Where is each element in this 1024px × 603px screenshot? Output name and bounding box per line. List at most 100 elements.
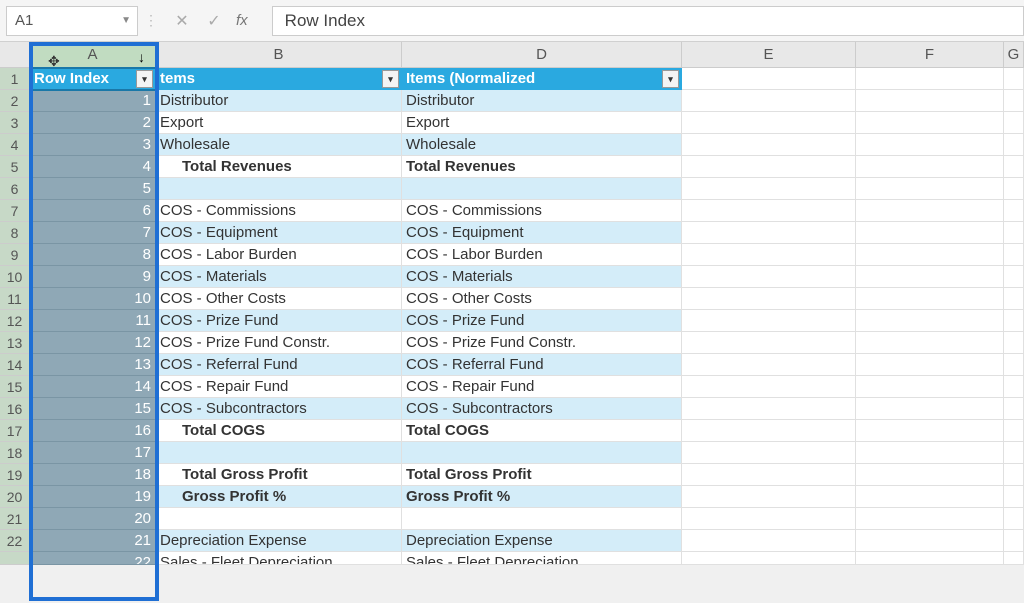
cell-A[interactable]: Row Index▾ xyxy=(30,68,156,90)
cell-F[interactable] xyxy=(856,376,1004,398)
cell-F[interactable] xyxy=(856,178,1004,200)
cell-A[interactable]: 14 xyxy=(30,376,156,398)
cell-B[interactable] xyxy=(156,442,402,464)
cell-B[interactable]: COS - Equipment xyxy=(156,222,402,244)
cell-E[interactable] xyxy=(682,90,856,112)
cell-F[interactable] xyxy=(856,420,1004,442)
row-header[interactable]: 15 xyxy=(0,376,30,398)
cell-D[interactable]: COS - Referral Fund xyxy=(402,354,682,376)
cell-A[interactable]: 20 xyxy=(30,508,156,530)
cell-B[interactable]: Wholesale xyxy=(156,134,402,156)
cell-B[interactable]: Total COGS xyxy=(156,420,402,442)
column-header-F[interactable]: F xyxy=(856,42,1004,68)
cell-D[interactable]: COS - Labor Burden xyxy=(402,244,682,266)
column-header-D[interactable]: D xyxy=(402,42,682,68)
column-header-G[interactable]: G xyxy=(1004,42,1024,68)
cell-A[interactable]: 3 xyxy=(30,134,156,156)
filter-dropdown-icon[interactable]: ▾ xyxy=(662,70,679,88)
cancel-icon[interactable]: ✕ xyxy=(172,11,192,31)
row-header[interactable]: 1 xyxy=(0,68,30,90)
name-box-dropdown-icon[interactable]: ▼ xyxy=(121,15,131,26)
cell-D[interactable]: Wholesale xyxy=(402,134,682,156)
cell-D[interactable]: COS - Prize Fund xyxy=(402,310,682,332)
cell-G[interactable] xyxy=(1004,90,1024,112)
cell-F[interactable] xyxy=(856,200,1004,222)
column-header-A[interactable]: A✥↓ xyxy=(30,42,156,68)
cell-B[interactable]: COS - Prize Fund Constr. xyxy=(156,332,402,354)
cell-B[interactable]: COS - Referral Fund xyxy=(156,354,402,376)
cell-D[interactable]: Total COGS xyxy=(402,420,682,442)
cell-E[interactable] xyxy=(682,310,856,332)
cell-E[interactable] xyxy=(682,398,856,420)
cell-D[interactable]: COS - Materials xyxy=(402,266,682,288)
cell-G[interactable] xyxy=(1004,134,1024,156)
cell-G[interactable] xyxy=(1004,244,1024,266)
cell-G[interactable] xyxy=(1004,530,1024,552)
cell-A[interactable]: 15 xyxy=(30,398,156,420)
cell-F[interactable] xyxy=(856,530,1004,552)
cell-A[interactable]: 5 xyxy=(30,178,156,200)
cell-A[interactable]: 11 xyxy=(30,310,156,332)
cell-G[interactable] xyxy=(1004,156,1024,178)
cell-A[interactable]: 4 xyxy=(30,156,156,178)
cell-F[interactable] xyxy=(856,486,1004,508)
cell-D[interactable]: COS - Repair Fund xyxy=(402,376,682,398)
cell-A[interactable]: 9 xyxy=(30,266,156,288)
cell-A[interactable]: 13 xyxy=(30,354,156,376)
cell-E[interactable] xyxy=(682,112,856,134)
select-all-corner[interactable] xyxy=(0,42,30,68)
cell-G[interactable] xyxy=(1004,552,1024,565)
cell-B[interactable]: tems▾ xyxy=(156,68,402,90)
cell-B[interactable] xyxy=(156,178,402,200)
cell-E[interactable] xyxy=(682,552,856,565)
cell-F[interactable] xyxy=(856,464,1004,486)
cell-E[interactable] xyxy=(682,178,856,200)
cell-E[interactable] xyxy=(682,244,856,266)
cell-E[interactable] xyxy=(682,332,856,354)
cell-D[interactable]: Gross Profit % xyxy=(402,486,682,508)
cell-B[interactable]: Total Gross Profit xyxy=(156,464,402,486)
cell-D[interactable]: Export xyxy=(402,112,682,134)
cell-A[interactable]: 2 xyxy=(30,112,156,134)
cell-B[interactable]: Distributor xyxy=(156,90,402,112)
cell-D[interactable]: COS - Commissions xyxy=(402,200,682,222)
cell-B[interactable]: Gross Profit % xyxy=(156,486,402,508)
cell-G[interactable] xyxy=(1004,68,1024,90)
row-header[interactable]: 14 xyxy=(0,354,30,376)
cell-F[interactable] xyxy=(856,156,1004,178)
cell-B[interactable]: COS - Subcontractors xyxy=(156,398,402,420)
cell-E[interactable] xyxy=(682,530,856,552)
cell-D[interactable] xyxy=(402,442,682,464)
accept-icon[interactable]: ✓ xyxy=(204,11,224,31)
row-header[interactable]: 21 xyxy=(0,508,30,530)
fx-icon[interactable]: fx xyxy=(236,12,248,29)
column-header-E[interactable]: E xyxy=(682,42,856,68)
name-box[interactable]: A1 ▼ xyxy=(6,6,138,36)
row-header[interactable]: 19 xyxy=(0,464,30,486)
cell-F[interactable] xyxy=(856,508,1004,530)
filter-dropdown-icon[interactable]: ▾ xyxy=(136,70,153,88)
cell-G[interactable] xyxy=(1004,354,1024,376)
cell-G[interactable] xyxy=(1004,376,1024,398)
cell-A[interactable]: 16 xyxy=(30,420,156,442)
cell-F[interactable] xyxy=(856,266,1004,288)
cell-E[interactable] xyxy=(682,200,856,222)
cell-D[interactable]: Items (Normalized▾ xyxy=(402,68,682,90)
cell-D[interactable]: COS - Other Costs xyxy=(402,288,682,310)
cell-A[interactable]: 8 xyxy=(30,244,156,266)
cell-G[interactable] xyxy=(1004,398,1024,420)
cell-D[interactable] xyxy=(402,178,682,200)
cell-E[interactable] xyxy=(682,486,856,508)
cell-G[interactable] xyxy=(1004,266,1024,288)
cell-G[interactable] xyxy=(1004,178,1024,200)
cell-B[interactable]: COS - Prize Fund xyxy=(156,310,402,332)
cell-B[interactable]: COS - Labor Burden xyxy=(156,244,402,266)
cell-F[interactable] xyxy=(856,222,1004,244)
cell-B[interactable]: Export xyxy=(156,112,402,134)
cell-G[interactable] xyxy=(1004,508,1024,530)
cell-G[interactable] xyxy=(1004,464,1024,486)
cell-D[interactable]: Distributor xyxy=(402,90,682,112)
cell-E[interactable] xyxy=(682,68,856,90)
cell-A[interactable]: 17 xyxy=(30,442,156,464)
cell-A[interactable]: 21 xyxy=(30,530,156,552)
